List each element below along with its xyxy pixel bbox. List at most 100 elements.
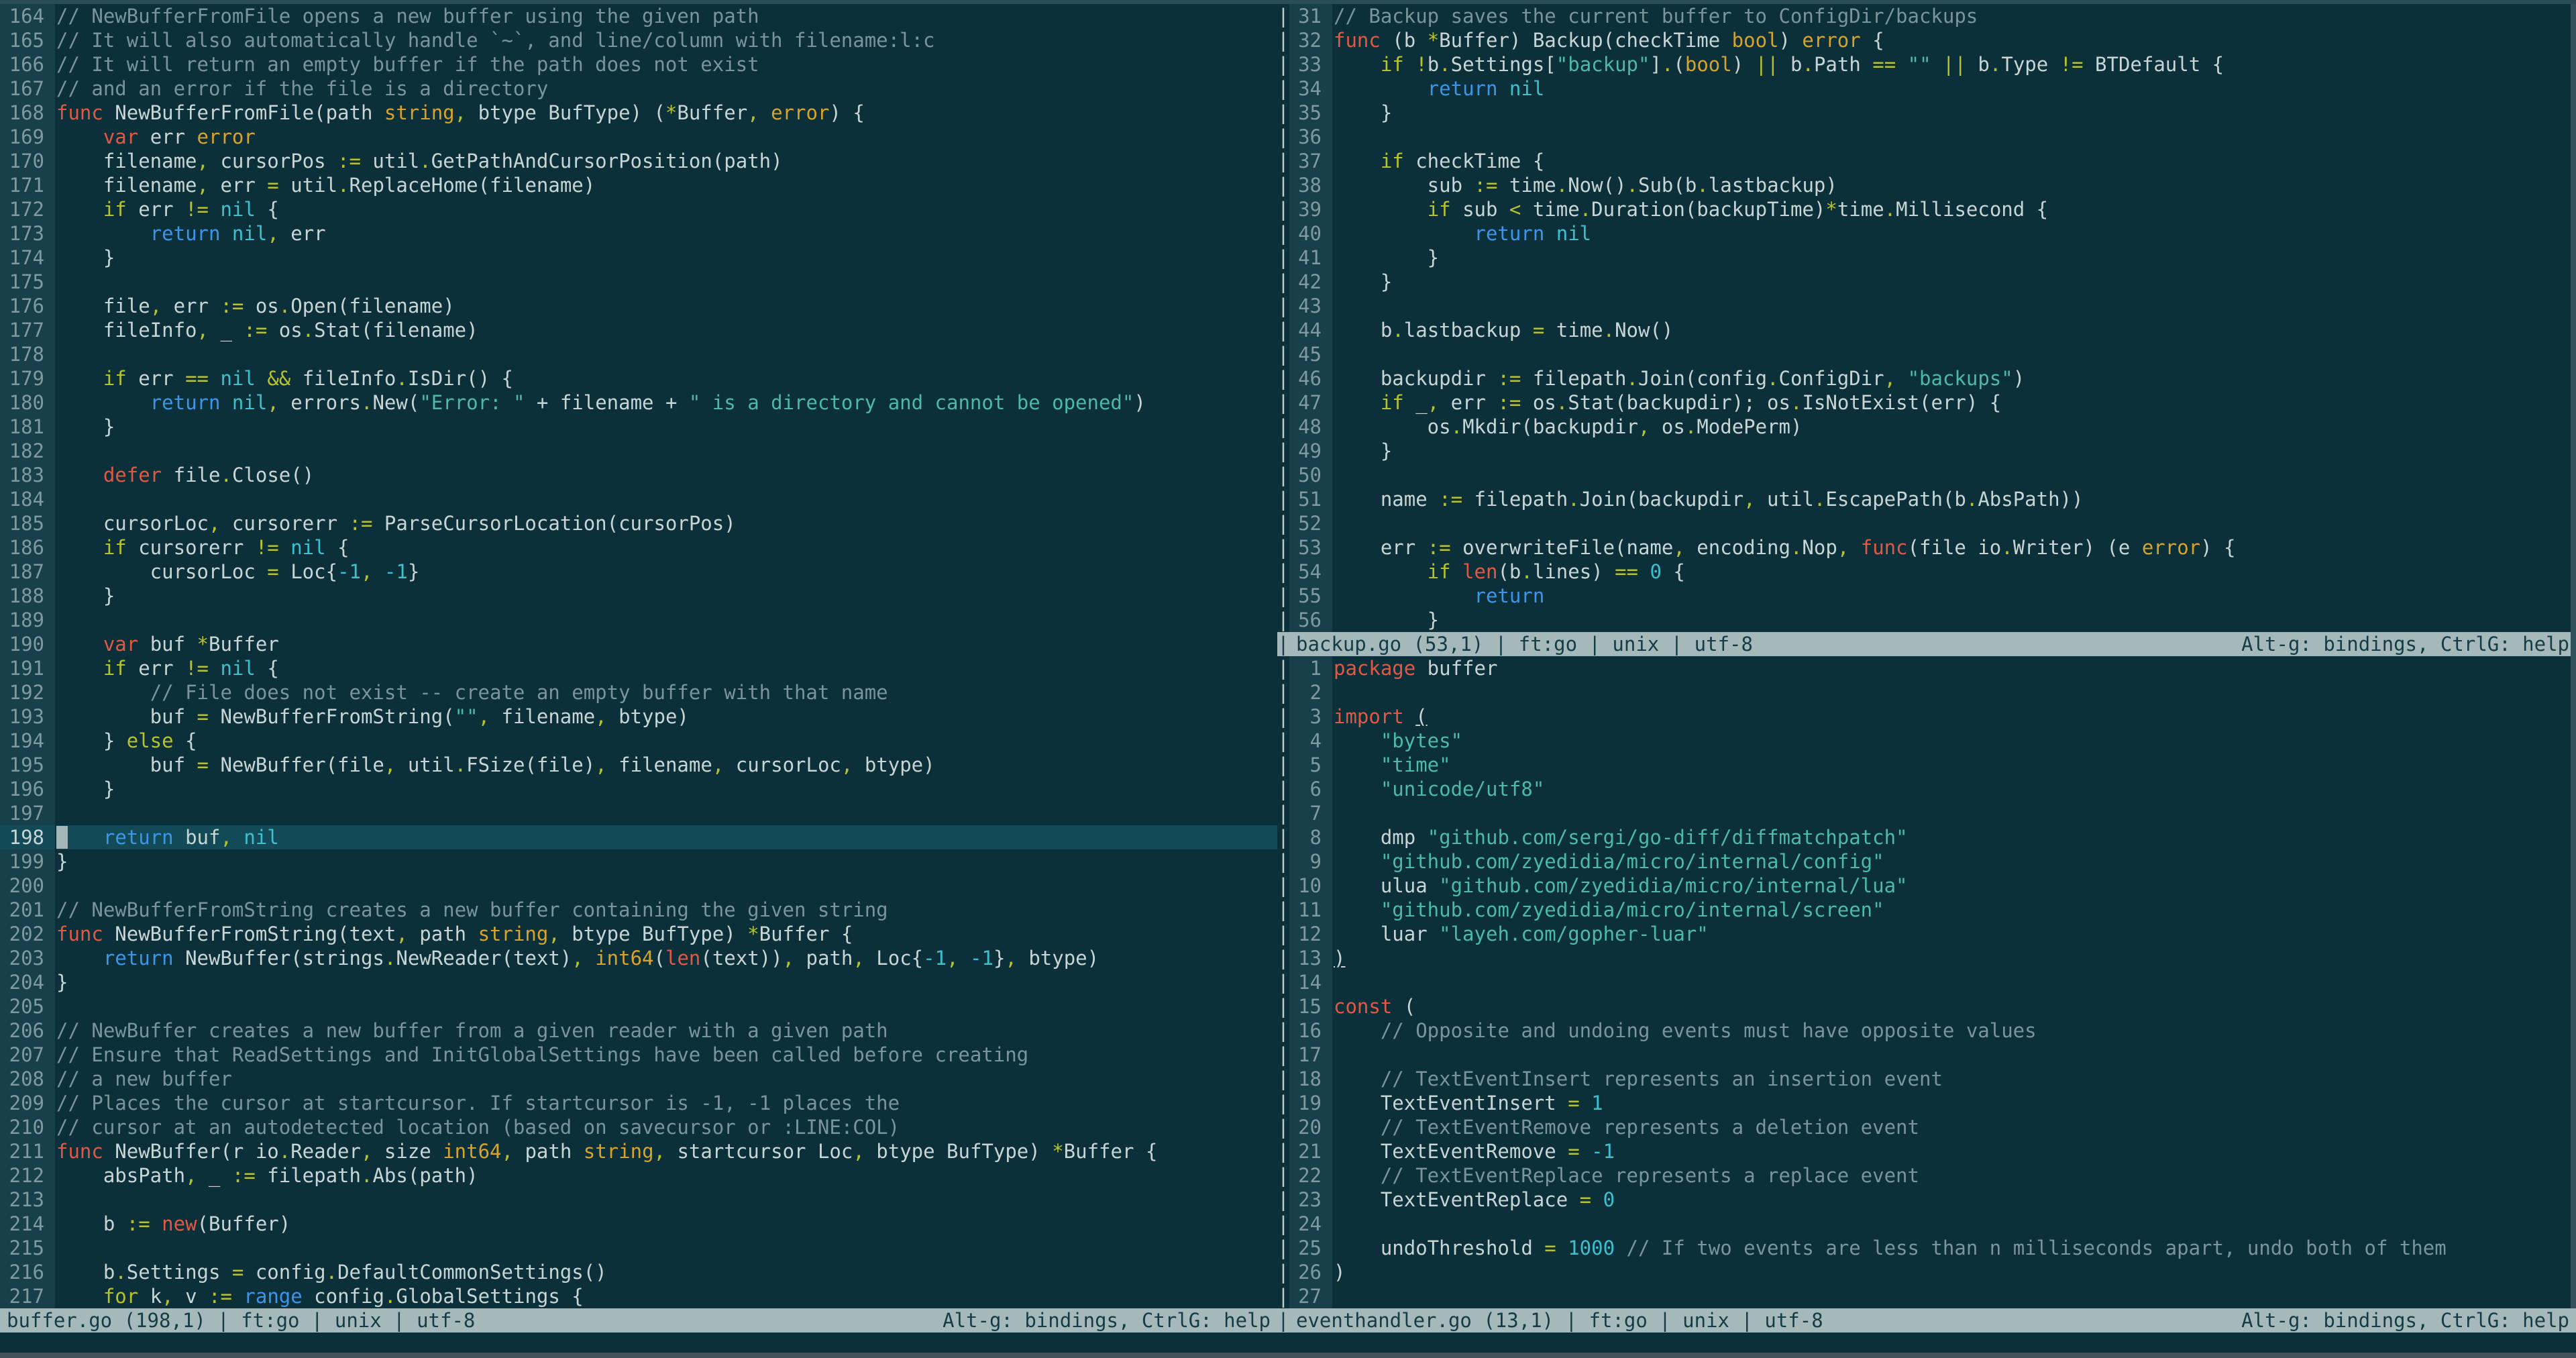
code-line[interactable] [56, 487, 1277, 511]
code-line[interactable]: // TextEventReplace represents a replace… [1334, 1163, 2576, 1188]
code-line[interactable]: } [56, 584, 1277, 608]
code-line[interactable] [1334, 125, 2576, 149]
code-line[interactable]: ulua "github.com/zyedidia/micro/internal… [1334, 874, 2576, 898]
code-line[interactable]: if sub < time.Duration(backupTime)*time.… [1334, 197, 2576, 221]
code-line[interactable]: os.Mkdir(backupdir, os.ModePerm) [1334, 415, 2576, 439]
code-line[interactable]: // and an error if the file is a directo… [56, 76, 1277, 101]
code-line[interactable] [56, 1188, 1277, 1212]
code-line[interactable] [56, 608, 1277, 632]
code-line[interactable] [1334, 680, 2576, 704]
code-line[interactable]: backupdir := filepath.Join(config.Config… [1334, 366, 2576, 390]
code-line[interactable]: dmp "github.com/sergi/go-diff/diffmatchp… [1334, 825, 2576, 849]
code-line[interactable]: var buf *Buffer [56, 632, 1277, 656]
code-line[interactable]: fileInfo, _ := os.Stat(filename) [56, 318, 1277, 342]
code-line[interactable]: ) [1334, 946, 2576, 970]
code-line[interactable] [56, 342, 1277, 366]
code-line[interactable] [56, 994, 1277, 1018]
code-line[interactable]: "unicode/utf8" [1334, 777, 2576, 801]
editor-pane-backup-go[interactable]: 31 32 33 34 35 36 37 38 39 40 41 42 43 44 45 46 47 48 49 50… [1289, 4, 2576, 632]
editor-pane-buffer-go[interactable]: 164 165 166 167 168 169 170 171 172 173 174 175 176 1… [0, 4, 1277, 1308]
code-line[interactable]: undoThreshold = 1000 // If two events ar… [1334, 1236, 2576, 1260]
code-line[interactable]: filename, err = util.ReplaceHome(filenam… [56, 173, 1277, 197]
code-line[interactable]: func NewBufferFromString(text, path stri… [56, 922, 1277, 946]
code-line[interactable] [1334, 801, 2576, 825]
code-line[interactable] [56, 439, 1277, 463]
code-line[interactable] [1334, 1043, 2576, 1067]
code-line[interactable]: } [56, 849, 1277, 874]
code-line[interactable] [1334, 1284, 2576, 1308]
code-line[interactable]: sub := time.Now().Sub(b.lastbackup) [1334, 173, 2576, 197]
code-line[interactable] [56, 270, 1277, 294]
code-line[interactable]: return nil [1334, 76, 2576, 101]
code-line[interactable] [1334, 342, 2576, 366]
code-line[interactable]: // NewBuffer creates a new buffer from a… [56, 1018, 1277, 1043]
code-line[interactable]: return nil [1334, 221, 2576, 246]
code-line[interactable]: // Places the cursor at startcursor. If … [56, 1091, 1277, 1115]
code-line[interactable]: if !b.Settings["backup"].(bool) || b.Pat… [1334, 52, 2576, 76]
code-line[interactable]: buf = NewBufferFromString("", filename, … [56, 704, 1277, 729]
code-line[interactable]: // a new buffer [56, 1067, 1277, 1091]
code-line[interactable]: b.lastbackup = time.Now() [1334, 318, 2576, 342]
code-line[interactable]: } [56, 777, 1277, 801]
code-line[interactable]: "github.com/zyedidia/micro/internal/conf… [1334, 849, 2576, 874]
code-line[interactable]: package buffer [1334, 656, 2576, 680]
code-area[interactable]: // NewBufferFromFile opens a new buffer … [56, 4, 1277, 1308]
code-line[interactable] [1334, 1212, 2576, 1236]
code-line[interactable]: } [56, 246, 1277, 270]
code-area[interactable]: package buffer import ( "bytes" "time" "u… [1334, 656, 2576, 1308]
code-line[interactable]: TextEventReplace = 0 [1334, 1188, 2576, 1212]
code-line[interactable]: for k, v := range config.GlobalSettings … [56, 1284, 1277, 1308]
code-line[interactable]: var err error [56, 125, 1277, 149]
code-line[interactable]: if checkTime { [1334, 149, 2576, 173]
code-line[interactable]: ) [1334, 1260, 2576, 1284]
code-line[interactable]: if cursorerr != nil { [56, 535, 1277, 560]
code-line[interactable]: // NewBufferFromFile opens a new buffer … [56, 4, 1277, 28]
code-line[interactable]: } [1334, 101, 2576, 125]
code-line[interactable]: // Ensure that ReadSettings and InitGlob… [56, 1043, 1277, 1067]
code-line[interactable]: // File does not exist -- create an empt… [56, 680, 1277, 704]
code-line[interactable]: "time" [1334, 753, 2576, 777]
code-line[interactable]: return buf, nil [56, 825, 1277, 849]
code-line[interactable] [1334, 511, 2576, 535]
code-line[interactable]: err := overwriteFile(name, encoding.Nop,… [1334, 535, 2576, 560]
code-line[interactable]: } [56, 415, 1277, 439]
code-line[interactable]: defer file.Close() [56, 463, 1277, 487]
code-line[interactable]: luar "layeh.com/gopher-luar" [1334, 922, 2576, 946]
code-line[interactable] [56, 1236, 1277, 1260]
code-line[interactable]: } [56, 970, 1277, 994]
code-line[interactable]: "bytes" [1334, 729, 2576, 753]
code-line[interactable]: // Opposite and undoing events must have… [1334, 1018, 2576, 1043]
code-line[interactable]: } [1334, 246, 2576, 270]
code-line[interactable] [56, 874, 1277, 898]
code-line[interactable]: func NewBuffer(r io.Reader, size int64, … [56, 1139, 1277, 1163]
code-line[interactable]: // Backup saves the current buffer to Co… [1334, 4, 2576, 28]
code-line[interactable]: cursorLoc, cursorerr := ParseCursorLocat… [56, 511, 1277, 535]
code-line[interactable]: } [1334, 270, 2576, 294]
code-line[interactable]: filename, cursorPos := util.GetPathAndCu… [56, 149, 1277, 173]
code-line[interactable]: return [1334, 584, 2576, 608]
code-line[interactable] [56, 801, 1277, 825]
code-line[interactable]: "github.com/zyedidia/micro/internal/scre… [1334, 898, 2576, 922]
editor-pane-eventhandler-go[interactable]: 1 2 3 4 5 6 7 8 9 10 11 12 13 14 15 16 17 18 19 20 21 22 23 24 2… [1289, 656, 2576, 1308]
code-line[interactable] [1334, 463, 2576, 487]
code-line[interactable]: } else { [56, 729, 1277, 753]
code-line[interactable]: buf = NewBuffer(file, util.FSize(file), … [56, 753, 1277, 777]
code-line[interactable]: return nil, err [56, 221, 1277, 246]
vertical-split-divider[interactable]: | | | | | | | | | | | | | | | | | | | | | | | | | | | | | | | | | | | | | | | |… [1277, 4, 1289, 1333]
code-line[interactable]: return nil, errors.New("Error: " + filen… [56, 390, 1277, 415]
code-line[interactable]: func (b *Buffer) Backup(checkTime bool) … [1334, 28, 2576, 52]
code-line[interactable]: } [1334, 439, 2576, 463]
code-line[interactable]: if _, err := os.Stat(backupdir); os.IsNo… [1334, 390, 2576, 415]
code-line[interactable]: // cursor at an autodetected location (b… [56, 1115, 1277, 1139]
code-line[interactable]: if len(b.lines) == 0 { [1334, 560, 2576, 584]
code-line[interactable]: b := new(Buffer) [56, 1212, 1277, 1236]
code-line[interactable]: TextEventRemove = -1 [1334, 1139, 2576, 1163]
code-line[interactable]: name := filepath.Join(backupdir, util.Es… [1334, 487, 2576, 511]
code-line[interactable]: if err != nil { [56, 656, 1277, 680]
code-line[interactable]: // NewBufferFromString creates a new buf… [56, 898, 1277, 922]
code-line[interactable]: TextEventInsert = 1 [1334, 1091, 2576, 1115]
code-line[interactable]: // TextEventRemove represents a deletion… [1334, 1115, 2576, 1139]
code-line[interactable] [1334, 970, 2576, 994]
code-line[interactable]: b.Settings = config.DefaultCommonSetting… [56, 1260, 1277, 1284]
code-line[interactable]: import ( [1334, 704, 2576, 729]
